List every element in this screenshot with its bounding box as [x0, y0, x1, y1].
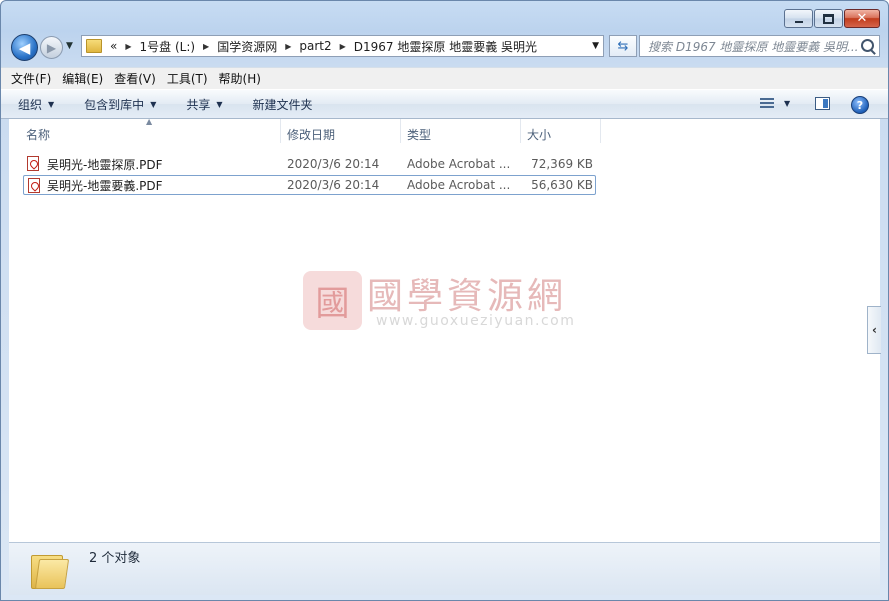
menu-file[interactable]: 文件(F) — [11, 70, 51, 87]
maximize-button[interactable] — [814, 9, 843, 28]
minimize-icon — [794, 20, 803, 23]
forward-arrow-icon: ▶ — [46, 40, 57, 55]
column-size[interactable]: 大小 — [527, 126, 551, 143]
file-date: 2020/3/6 20:14 — [287, 157, 380, 171]
chevron-right-icon[interactable]: ▶ — [340, 42, 346, 51]
column-date[interactable]: 修改日期 — [287, 126, 335, 143]
search-icon[interactable] — [861, 39, 874, 52]
file-size: 72,369 KB — [531, 157, 593, 171]
maximize-icon — [823, 13, 834, 24]
search-placeholder: 搜索 D1967 地靈探原 地靈要義 吳明... — [648, 39, 859, 54]
navigation-bar: ◀ ▶ ▼ « ▶ 1号盘 (L:) ▶ 国学资源网 ▶ part2 ▶ D19… — [9, 33, 880, 61]
breadcrumb-item[interactable]: part2 — [299, 39, 331, 53]
menu-tools[interactable]: 工具(T) — [167, 70, 208, 87]
menu-help[interactable]: 帮助(H) — [219, 70, 261, 87]
chevron-right-icon[interactable]: ▶ — [125, 42, 131, 51]
refresh-icon: ⇆ — [617, 38, 629, 54]
chevron-down-icon: ▼ — [216, 99, 223, 109]
menu-edit[interactable]: 编辑(E) — [62, 70, 103, 87]
view-options-dropdown-icon[interactable]: ▼ — [784, 99, 790, 108]
address-bar[interactable]: « ▶ 1号盘 (L:) ▶ 国学资源网 ▶ part2 ▶ D1967 地靈探… — [81, 35, 604, 57]
file-date: 2020/3/6 20:14 — [287, 178, 380, 192]
column-divider[interactable] — [400, 119, 401, 143]
pdf-file-icon — [27, 156, 39, 171]
column-name[interactable]: 名称 — [26, 126, 50, 143]
menu-bar: 文件(F) 编辑(E) 查看(V) 工具(T) 帮助(H) — [1, 67, 888, 89]
breadcrumb: « ▶ 1号盘 (L:) ▶ 国学资源网 ▶ part2 ▶ D1967 地靈探… — [110, 38, 537, 55]
column-header: ▲ 名称 修改日期 类型 大小 — [9, 117, 880, 147]
file-row[interactable]: 吴明光-地靈探原.PDF 2020/3/6 20:14 Adobe Acroba… — [23, 154, 596, 174]
column-divider[interactable] — [600, 119, 601, 143]
recent-pages-dropdown-icon[interactable]: ▼ — [66, 41, 73, 51]
chevron-right-icon[interactable]: ▶ — [285, 42, 291, 51]
caption-buttons: ✕ — [784, 9, 880, 28]
file-name: 吴明光-地靈探原.PDF — [47, 157, 163, 172]
back-arrow-icon: ◀ — [18, 38, 31, 57]
menu-view[interactable]: 查看(V) — [114, 70, 156, 87]
watermark-title: 國學資源網 — [367, 276, 568, 317]
chevron-down-icon: ▼ — [48, 99, 55, 109]
file-size: 56,630 KB — [531, 178, 593, 192]
file-list: ▲ 名称 修改日期 类型 大小 吴明光-地靈探原.PDF 2020/3/6 20… — [9, 117, 880, 542]
close-icon: ✕ — [856, 11, 868, 26]
preview-pane-icon[interactable] — [815, 97, 830, 110]
chevron-right-icon[interactable]: ▶ — [203, 42, 209, 51]
folder-icon — [31, 551, 70, 589]
refresh-button[interactable]: ⇆ — [609, 35, 637, 57]
column-divider[interactable] — [520, 119, 521, 143]
new-folder-label: 新建文件夹 — [252, 97, 313, 112]
share-label: 共享 — [186, 97, 211, 112]
share-button[interactable]: 共享 ▼ — [186, 96, 222, 113]
breadcrumb-overflow[interactable]: « — [110, 39, 117, 53]
pdf-file-icon — [28, 178, 40, 193]
view-options-icon[interactable] — [760, 98, 774, 110]
file-name: 吴明光-地靈要義.PDF — [47, 178, 163, 193]
file-row[interactable]: 吴明光-地靈要義.PDF 2020/3/6 20:14 Adobe Acroba… — [23, 175, 596, 195]
back-button[interactable]: ◀ — [11, 34, 38, 61]
chevron-down-icon: ▼ — [150, 99, 157, 109]
search-input[interactable]: 搜索 D1967 地靈探原 地靈要義 吳明... — [639, 35, 880, 57]
breadcrumb-item[interactable]: 国学资源网 — [217, 38, 277, 55]
breadcrumb-item[interactable]: 1号盘 (L:) — [140, 38, 196, 55]
include-in-library-button[interactable]: 包含到库中 ▼ — [84, 96, 156, 113]
forward-button[interactable]: ▶ — [40, 36, 63, 59]
sort-ascending-icon: ▲ — [146, 117, 153, 126]
command-bar: 组织 ▼ 包含到库中 ▼ 共享 ▼ 新建文件夹 ▼ ? — [1, 89, 888, 119]
minimize-button[interactable] — [784, 9, 813, 28]
watermark-url: www.guoxueziyuan.com — [376, 313, 576, 329]
breadcrumb-item[interactable]: D1967 地靈探原 地靈要義 吳明光 — [354, 38, 537, 55]
address-dropdown-icon[interactable]: ▼ — [592, 41, 599, 51]
organize-label: 组织 — [18, 97, 43, 112]
help-icon[interactable]: ? — [851, 96, 869, 114]
details-pane: 2 个对象 — [9, 542, 880, 595]
include-in-library-label: 包含到库中 — [84, 97, 145, 112]
item-count: 2 个对象 — [89, 551, 141, 566]
organize-button[interactable]: 组织 ▼ — [18, 96, 54, 113]
folder-icon — [86, 39, 102, 53]
column-divider[interactable] — [280, 119, 281, 143]
new-folder-button[interactable]: 新建文件夹 — [253, 96, 313, 113]
watermark-seal: 國 — [303, 271, 362, 330]
chevron-left-icon: ‹ — [872, 323, 877, 337]
expand-pane-tab[interactable]: ‹ — [867, 306, 881, 354]
column-type[interactable]: 类型 — [407, 126, 431, 143]
close-button[interactable]: ✕ — [844, 9, 880, 28]
explorer-window: ✕ ◀ ▶ ▼ « ▶ 1号盘 (L:) ▶ 国学资源网 ▶ part2 ▶ D… — [0, 0, 889, 601]
